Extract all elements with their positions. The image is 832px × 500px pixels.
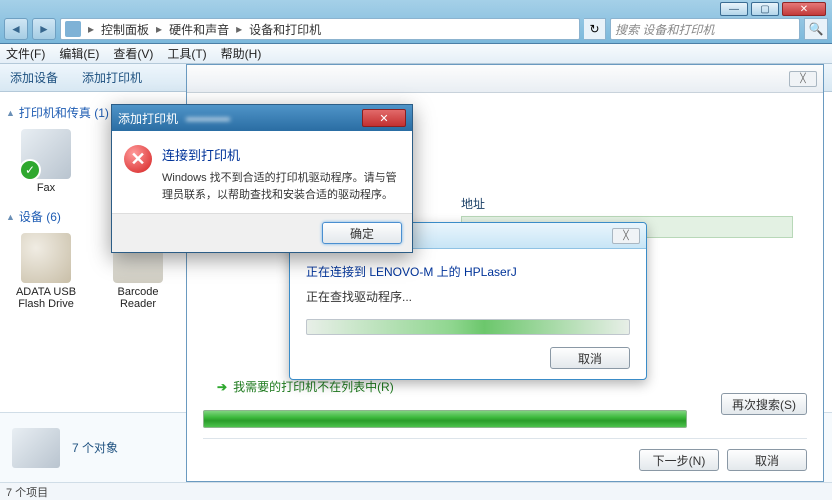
- blurred-text: ▬▬▬▬: [186, 112, 230, 124]
- device-fax[interactable]: Fax: [6, 129, 86, 194]
- window-chrome: — ▢ ✕ ◄ ► ▸ 控制面板 ▸ 硬件和声音 ▸ 设备和打印机 ↻ 搜索 设…: [0, 0, 832, 44]
- error-icon: ✕: [124, 145, 152, 173]
- add-device-button[interactable]: 添加设备: [10, 69, 58, 86]
- error-ok-button[interactable]: 确定: [322, 222, 402, 244]
- close-button[interactable]: ✕: [782, 2, 826, 16]
- statusbar: 7 个项目: [0, 482, 832, 500]
- fax-icon: [21, 129, 71, 179]
- error-close-button[interactable]: ✕: [362, 109, 406, 127]
- breadcrumb-item[interactable]: 控制面板: [101, 21, 149, 38]
- connecting-cancel-button[interactable]: 取消: [550, 347, 630, 369]
- breadcrumb-item[interactable]: 硬件和声音: [169, 21, 229, 38]
- error-dialog: 添加打印机 ▬▬▬▬ ✕ ✕ 连接到打印机 Windows 找不到合适的打印机驱…: [111, 104, 413, 253]
- column-headers: 地址: [461, 195, 793, 212]
- wizard-progress: [203, 410, 687, 428]
- location-icon: [65, 21, 81, 37]
- error-heading: 连接到打印机: [162, 145, 400, 164]
- next-button[interactable]: 下一步(N): [639, 449, 719, 471]
- drive-icon: [21, 233, 71, 283]
- breadcrumb-item[interactable]: 设备和打印机: [249, 21, 321, 38]
- details-count: 7 个对象: [72, 439, 118, 456]
- menubar: 文件(F) 编辑(E) 查看(V) 工具(T) 帮助(H): [0, 44, 832, 64]
- menu-file[interactable]: 文件(F): [6, 45, 45, 62]
- arrow-icon: ➔: [217, 380, 227, 394]
- error-message: Windows 找不到合适的打印机驱动程序。请与管理员联系，以帮助查找和安装合适…: [162, 170, 400, 203]
- device-usb-drive[interactable]: ADATA USB Flash Drive: [6, 233, 86, 310]
- back-button[interactable]: ◄: [4, 18, 28, 40]
- not-in-list-link[interactable]: ➔ 我需要的打印机不在列表中(R): [217, 378, 793, 395]
- menu-edit[interactable]: 编辑(E): [59, 45, 99, 62]
- add-printer-button[interactable]: 添加打印机: [82, 69, 142, 86]
- col-address: 地址: [461, 195, 485, 212]
- details-thumb-icon: [12, 428, 60, 468]
- error-title: 添加打印机: [118, 110, 178, 127]
- wizard-cancel-button[interactable]: 取消: [727, 449, 807, 471]
- forward-button[interactable]: ►: [32, 18, 56, 40]
- menu-view[interactable]: 查看(V): [113, 45, 153, 62]
- search-input[interactable]: 搜索 设备和打印机: [610, 18, 800, 40]
- address-bar[interactable]: ▸ 控制面板 ▸ 硬件和声音 ▸ 设备和打印机: [60, 18, 580, 40]
- refresh-button[interactable]: ↻: [584, 18, 606, 40]
- menu-help[interactable]: 帮助(H): [221, 45, 262, 62]
- wizard-close-button[interactable]: ╳: [789, 71, 817, 87]
- status-item-count: 7 个项目: [6, 484, 48, 500]
- menu-tools[interactable]: 工具(T): [167, 45, 206, 62]
- connecting-heading: 正在连接到 LENOVO-M 上的 HPLaserJ: [306, 263, 630, 280]
- minimize-button[interactable]: —: [720, 2, 748, 16]
- connecting-subtext: 正在查找驱动程序...: [306, 288, 630, 305]
- connecting-progress: [306, 319, 630, 335]
- search-button[interactable]: 🔍: [804, 18, 828, 40]
- connecting-close-button[interactable]: ╳: [612, 228, 640, 244]
- maximize-button[interactable]: ▢: [751, 2, 779, 16]
